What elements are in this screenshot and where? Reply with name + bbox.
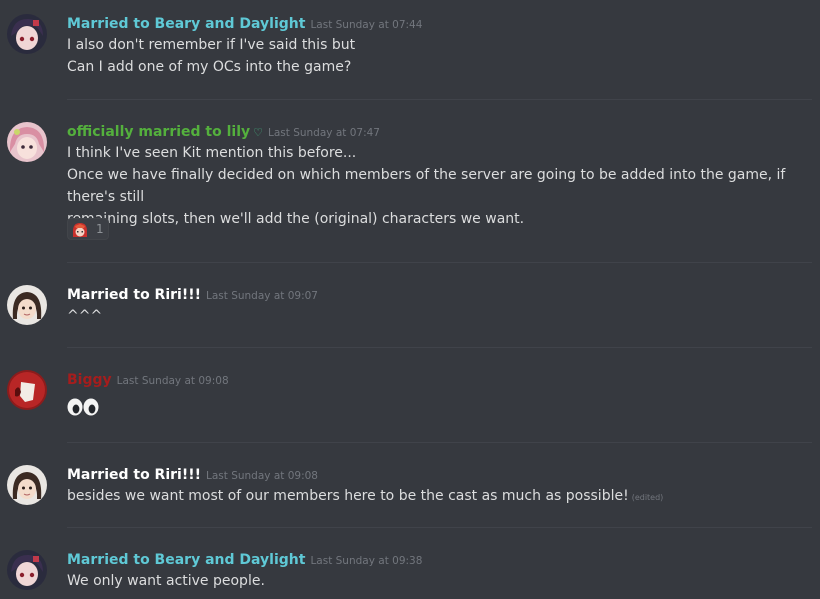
timestamp[interactable]: Last Sunday at 07:44: [310, 19, 422, 31]
dark-haired-character-avatar: [7, 14, 47, 54]
message-header: officially married to lily ♡ Last Sunday a…: [67, 120, 814, 142]
message-header: Married to Riri!!! Last Sunday at 09:08: [67, 463, 814, 485]
avatar[interactable]: [7, 14, 47, 54]
message-text: We only want active people.: [67, 573, 265, 589]
timestamp[interactable]: Last Sunday at 07:47: [268, 127, 380, 139]
message-text: I also don't remember if I've said this …: [67, 37, 356, 53]
username[interactable]: Married to Riri!!!: [67, 467, 201, 483]
message-text: I think I've seen Kit mention this befor…: [67, 145, 357, 161]
red-haired-character-emoji: [73, 223, 87, 237]
timestamp[interactable]: Last Sunday at 09:08: [206, 470, 318, 482]
message-divider: [67, 347, 812, 348]
username[interactable]: Married to Beary and Daylight: [67, 16, 305, 32]
dark-haired-character-avatar: [7, 550, 47, 590]
red-white-abstract-avatar: [7, 370, 47, 410]
heart-outline-icon: ♡: [253, 126, 263, 139]
avatar[interactable]: [7, 370, 47, 410]
message-header: Biggy Last Sunday at 09:08: [67, 368, 814, 390]
avatar[interactable]: [7, 465, 47, 505]
edited-label: (edited): [631, 493, 664, 502]
message-text: Can I add one of my OCs into the game?: [67, 59, 352, 75]
timestamp[interactable]: Last Sunday at 09:08: [117, 375, 229, 387]
message-text: Once we have finally decided on which me…: [67, 167, 786, 205]
message-divider: [67, 527, 812, 528]
timestamp[interactable]: Last Sunday at 09:38: [310, 555, 422, 567]
message-text: remaining slots, then we'll add the (ori…: [67, 211, 525, 227]
avatar[interactable]: [7, 285, 47, 325]
message-divider: [67, 442, 812, 443]
message-divider: [67, 262, 812, 263]
timestamp[interactable]: Last Sunday at 09:07: [206, 290, 318, 302]
reaction-count: 1: [96, 222, 104, 236]
message-header: Married to Riri!!! Last Sunday at 09:07: [67, 283, 814, 305]
username[interactable]: Married to Beary and Daylight: [67, 552, 305, 568]
eyes-emoji: [67, 398, 99, 416]
message-header: Married to Beary and Daylight Last Sunday…: [67, 548, 814, 570]
message-body: [67, 390, 814, 420]
avatar[interactable]: [7, 122, 47, 162]
username[interactable]: officially married to lily: [67, 124, 250, 140]
brown-haired-character-avatar: [7, 285, 47, 325]
username[interactable]: Biggy: [67, 372, 112, 388]
username[interactable]: Married to Riri!!!: [67, 287, 201, 303]
message-text: ^^^: [67, 308, 103, 324]
pink-haired-character-avatar: [7, 122, 47, 162]
message-text-row: besides we want most of our members here…: [67, 485, 814, 509]
reaction-button[interactable]: 1: [67, 218, 109, 240]
brown-haired-character-avatar: [7, 465, 47, 505]
avatar[interactable]: [7, 550, 47, 590]
message-text: besides we want most of our members here…: [67, 488, 629, 504]
message-header: Married to Beary and Daylight Last Sunday…: [67, 12, 814, 34]
message-divider: [67, 99, 812, 100]
